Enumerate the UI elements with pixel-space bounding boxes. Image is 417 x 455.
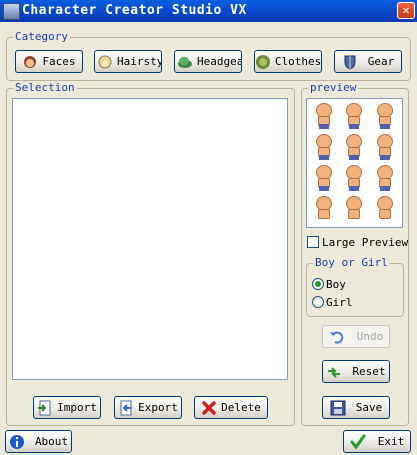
sprite-frame — [370, 132, 400, 163]
girl-radio[interactable] — [312, 296, 324, 308]
delete-button-label: Delete — [221, 401, 261, 414]
sprite-frame — [339, 163, 369, 194]
selection-list[interactable] — [12, 98, 288, 380]
checkmark-icon — [350, 434, 366, 450]
selection-group-label: Selection — [13, 81, 77, 94]
delete-icon — [201, 400, 217, 416]
sprite-frame — [370, 163, 400, 194]
faces-button[interactable]: Faces — [15, 50, 83, 73]
import-icon — [37, 400, 53, 416]
reset-icon — [326, 364, 342, 380]
save-button[interactable]: Save — [322, 396, 390, 419]
export-button[interactable]: Export — [114, 396, 182, 419]
sprite-frame — [339, 101, 369, 132]
preview-group-label: preview — [308, 81, 359, 94]
large-preview-label: Large Preview — [322, 236, 409, 249]
import-button-label: Import — [57, 401, 97, 414]
gender-group-label: Boy or Girl — [313, 256, 390, 269]
export-button-label: Export — [138, 401, 178, 414]
face-icon — [22, 54, 38, 70]
headgear-button-label: Headgear — [197, 55, 241, 68]
sprite-frame — [309, 101, 339, 132]
hairstyle-button-label: Hairstyle — [117, 55, 161, 68]
undo-button[interactable]: Undo — [322, 325, 390, 348]
sprite-frame — [309, 194, 339, 225]
reset-button-label: Reset — [352, 365, 386, 378]
faces-button-label: Faces — [42, 55, 76, 68]
clothes-button[interactable]: Clothes — [254, 50, 322, 73]
about-button-label: About — [34, 435, 69, 448]
boy-radio[interactable] — [312, 278, 324, 290]
undo-button-label: Undo — [356, 330, 384, 343]
delete-button[interactable]: Delete — [194, 396, 268, 419]
category-group-label: Category — [13, 30, 70, 43]
gear-button[interactable]: Gear — [334, 50, 402, 73]
clothes-icon — [255, 54, 271, 70]
large-preview-checkbox[interactable] — [307, 236, 319, 248]
headgear-button[interactable]: Headgear — [174, 50, 242, 73]
save-button-label: Save — [355, 401, 383, 414]
hair-icon — [97, 54, 113, 70]
export-icon — [118, 400, 134, 416]
character-preview — [306, 98, 403, 228]
shield-icon — [342, 54, 358, 70]
import-button[interactable]: Import — [33, 396, 101, 419]
headgear-icon — [177, 54, 193, 70]
sprite-frame — [339, 194, 369, 225]
exit-button[interactable]: Exit — [343, 430, 411, 453]
sprite-frame — [309, 132, 339, 163]
gender-group: Boy or Girl — [306, 256, 404, 317]
save-icon — [330, 400, 346, 416]
undo-icon — [329, 329, 345, 345]
reset-button[interactable]: Reset — [322, 360, 390, 383]
boy-radio-label: Boy — [326, 278, 346, 291]
info-icon — [9, 434, 25, 450]
sprite-frame — [370, 101, 400, 132]
sprite-frame — [309, 163, 339, 194]
app-icon — [3, 3, 20, 20]
about-button[interactable]: About — [5, 430, 72, 453]
sprite-frame — [339, 132, 369, 163]
window-close-button[interactable]: ✕ — [397, 2, 415, 19]
clothes-button-label: Clothes — [274, 55, 322, 68]
sprite-frame — [370, 194, 400, 225]
hairstyle-button[interactable]: Hairstyle — [94, 50, 162, 73]
gear-button-label: Gear — [367, 55, 395, 68]
exit-button-label: Exit — [377, 435, 405, 448]
title-bar: Character Creator Studio VX ✕ — [0, 0, 417, 22]
window-title: Character Creator Studio VX — [22, 3, 247, 18]
girl-radio-label: Girl — [326, 296, 353, 309]
